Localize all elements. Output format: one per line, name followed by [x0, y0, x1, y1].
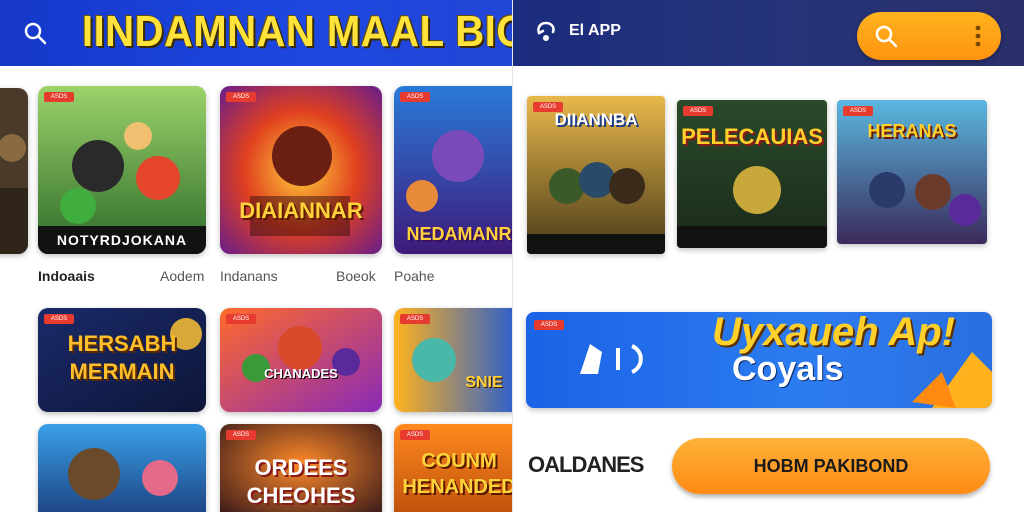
- featured-tile[interactable]: ASDS PELECAUIAS: [677, 100, 827, 248]
- tile-label: CHANADES: [264, 366, 338, 381]
- tile-badge: ASDS: [400, 430, 430, 440]
- tile-badge: ASDS: [683, 106, 713, 116]
- app-logo-icon: [533, 20, 559, 46]
- tile-badge: ASDS: [226, 314, 256, 324]
- category-row: Indoaais Aodem Indanans Boeok Poahe: [38, 268, 498, 290]
- screenshot-root: IINDAMNAN MAAL BIOAR ASDS NOTYRDJOKANA: [0, 0, 1024, 512]
- game-tile[interactable]: ASDS SNIE: [394, 308, 512, 412]
- featured-tile[interactable]: ASDS HERANAS: [837, 100, 987, 244]
- category-tab[interactable]: Indanans: [220, 268, 278, 284]
- promo-subline: Coyals: [732, 350, 844, 388]
- tile-badge: ASDS: [400, 92, 430, 102]
- game-tile[interactable]: [0, 88, 28, 254]
- left-panel: IINDAMNAN MAAL BIOAR ASDS NOTYRDJOKANA: [0, 0, 512, 512]
- game-tile[interactable]: ASDS NEDAMANR: [394, 86, 512, 254]
- promo-decoration: [912, 312, 992, 408]
- promo-badge: ASDS: [534, 320, 564, 330]
- tile-label: NEDAMANR: [406, 224, 512, 244]
- category-tab[interactable]: Poahe: [394, 268, 434, 284]
- game-tile[interactable]: ASDS DIAIANNAR: [220, 86, 382, 254]
- game-tile[interactable]: ASDS HERSABH MERMAIN: [38, 308, 206, 412]
- kebab-menu-icon[interactable]: [975, 25, 981, 47]
- tile-badge: ASDS: [44, 314, 74, 324]
- tile-label: SNIE: [465, 374, 503, 391]
- brand-logo: OALDANES: [528, 452, 644, 477]
- tile-label: HERANAS: [867, 121, 957, 141]
- tile-label: COUNM HENANDED: [402, 450, 512, 498]
- promo-icon: [570, 334, 660, 384]
- tile-badge: ASDS: [843, 106, 873, 116]
- app-name: El APP: [569, 22, 621, 39]
- tile-label: NOTYRDJOKANA: [38, 226, 206, 254]
- tile-badge: ASDS: [44, 92, 74, 102]
- primary-cta-button[interactable]: HOBM PAKIBOND: [672, 438, 990, 494]
- header-action-pill[interactable]: [857, 12, 1001, 60]
- promo-banner[interactable]: ASDS Uyxaueh Ap! Coyals: [526, 312, 992, 408]
- right-header: El APP: [513, 0, 1024, 66]
- tile-label: HERSABH MERMAIN: [67, 331, 177, 384]
- category-tab[interactable]: Boeok: [336, 268, 376, 284]
- search-icon[interactable]: [22, 20, 48, 46]
- tile-label: ORDEES CHEOHES: [246, 455, 356, 508]
- category-tab[interactable]: Aodem: [160, 268, 204, 284]
- category-tab[interactable]: Indoaais: [38, 268, 95, 284]
- tile-label: DIAIANNAR: [239, 198, 363, 223]
- game-tile[interactable]: [38, 424, 206, 512]
- search-icon[interactable]: [873, 23, 899, 49]
- tile-label: DIIANNBA: [554, 110, 638, 129]
- game-tile[interactable]: ASDS COUNM HENANDED: [394, 424, 512, 512]
- game-tile[interactable]: ASDS NOTYRDJOKANA: [38, 86, 206, 254]
- tile-badge: ASDS: [400, 314, 430, 324]
- page-title: IINDAMNAN MAAL BIOAR: [82, 8, 512, 56]
- game-tile[interactable]: ASDS ORDEES CHEOHES: [220, 424, 382, 512]
- tile-label: PELECAUIAS: [681, 124, 823, 149]
- left-header: IINDAMNAN MAAL BIOAR: [0, 0, 512, 66]
- tile-badge: ASDS: [226, 92, 256, 102]
- right-panel: El APP ASDS DIIANNBA ASDS PELECAUIAS ASD…: [512, 0, 1024, 512]
- game-tile[interactable]: ASDS CHANADES: [220, 308, 382, 412]
- featured-tile[interactable]: ASDS DIIANNBA: [527, 96, 665, 254]
- tile-badge: ASDS: [226, 430, 256, 440]
